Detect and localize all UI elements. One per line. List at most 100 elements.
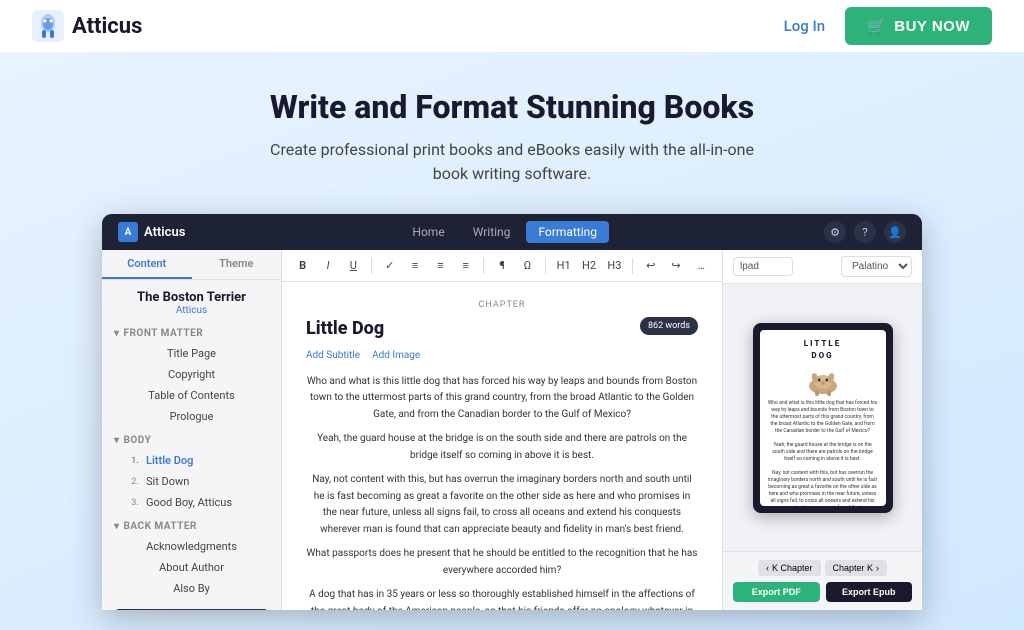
sidebar-item-copyright[interactable]: Copyright <box>114 364 269 385</box>
chevron-down-icon: ▾ <box>114 435 120 446</box>
sidebar-item-also-by[interactable]: Also By <box>114 578 269 599</box>
sidebar-book-title-area: The Boston Terrier Atticus <box>102 280 281 322</box>
hero-title: Write and Format Stunning Books <box>20 88 1004 126</box>
app-logo-area: A Atticus <box>118 222 185 242</box>
add-image-link[interactable]: Add Image <box>372 348 420 364</box>
font-select[interactable]: Palatino <box>841 256 912 277</box>
app-topbar-icons: ⚙ ? 👤 <box>824 221 906 243</box>
navbar: Atticus Log In 🛒 BUY NOW <box>0 0 1024 52</box>
editor-para-5: A dog that has in 35 years or less so th… <box>306 587 698 610</box>
sidebar-body-header: ▾ Body <box>114 435 269 446</box>
editor-para-1: Who and what is this little dog that has… <box>306 374 698 424</box>
avatar-icon[interactable]: 👤 <box>884 221 906 243</box>
font-input[interactable] <box>733 257 793 276</box>
chapter-title[interactable]: Little Dog <box>306 315 384 344</box>
sidebar-item-good-boy[interactable]: 3. Good Boy, Atticus <box>114 492 269 513</box>
align-left-button[interactable]: ≡ <box>404 255 425 277</box>
chevron-down-icon: ▾ <box>114 328 120 339</box>
preview-device-area: LITTLE DOG <box>723 284 922 551</box>
sidebar-book-title: The Boston Terrier <box>114 290 269 305</box>
editor-para-3: Nay, not content with this, but has over… <box>306 472 698 538</box>
editor-para-2: Yeah, the guard house at the bridge is o… <box>306 431 698 464</box>
toolbar-separator-4 <box>632 258 633 274</box>
app-topbar: A Atticus Home Writing Formatting ⚙ ? 👤 <box>102 214 922 250</box>
add-subtitle-link[interactable]: Add Subtitle <box>306 348 360 364</box>
export-epub-button[interactable]: Export Epub <box>826 582 913 602</box>
nav-right: Log In 🛒 BUY NOW <box>784 7 992 45</box>
app-sidebar: Content Theme The Boston Terrier Atticus… <box>102 250 282 610</box>
underline-button[interactable]: U <box>343 255 364 277</box>
sidebar-item-toc[interactable]: Table of Contents <box>114 385 269 406</box>
h2-button[interactable]: H2 <box>578 255 599 277</box>
help-icon[interactable]: ? <box>854 221 876 243</box>
h3-button[interactable]: H3 <box>604 255 625 277</box>
align-center-button[interactable]: ≡ <box>430 255 451 277</box>
preview-bottom: ‹ K Chapter Chapter K › Export PDF Expor… <box>723 551 922 610</box>
sidebar-book-author: Atticus <box>114 305 269 316</box>
sidebar-front-matter-section: ▾ Front Matter Title Page Copyright Tabl… <box>102 322 281 429</box>
editor-area: Chapter Little Dog 862 words Add Subtitl… <box>282 282 722 610</box>
sidebar-item-prologue[interactable]: Prologue <box>114 406 269 427</box>
dog-illustration <box>805 366 841 396</box>
chevron-right-icon: › <box>876 563 879 573</box>
hero-subtitle: Create professional print books and eBoo… <box>252 138 772 186</box>
chevron-down-icon: ▾ <box>114 521 120 532</box>
app-nav-tabs: Home Writing Formatting <box>400 221 609 243</box>
export-pdf-button[interactable]: Export PDF <box>733 582 820 602</box>
app-mockup: A Atticus Home Writing Formatting ⚙ ? 👤 <box>102 214 922 610</box>
sidebar-item-little-dog[interactable]: 1. Little Dog <box>114 450 269 471</box>
app-logo-text: Atticus <box>144 225 185 240</box>
sidebar-tab-theme[interactable]: Theme <box>192 250 282 279</box>
paragraph-button[interactable]: ¶ <box>491 255 512 277</box>
sidebar-item-title-page[interactable]: Title Page <box>114 343 269 364</box>
editor-text: Who and what is this little dog that has… <box>306 374 698 611</box>
app-logo-icon-small: A <box>118 222 138 242</box>
sidebar-item-sit-down[interactable]: 2. Sit Down <box>114 471 269 492</box>
add-chapter-button[interactable]: Add Chapter <box>114 609 269 610</box>
settings-icon[interactable]: ⚙ <box>824 221 846 243</box>
more-button[interactable]: … <box>691 255 712 277</box>
next-chapter-button[interactable]: Chapter K › <box>825 560 888 576</box>
device-book-text: Who and what is this little dog that has… <box>768 400 878 506</box>
undo-button[interactable]: ↩ <box>640 255 661 277</box>
symbol-button[interactable]: Ω <box>517 255 538 277</box>
tab-home[interactable]: Home <box>400 221 456 243</box>
chevron-left-icon: ‹ <box>766 563 769 573</box>
align-right-button[interactable]: ≡ <box>455 255 476 277</box>
chapter-actions: Add Subtitle Add Image <box>306 348 698 364</box>
word-count-badge: 862 words <box>640 317 698 335</box>
italic-button[interactable]: I <box>317 255 338 277</box>
sidebar-body-section: ▾ Body 1. Little Dog 2. Sit Down 3. <box>102 429 281 515</box>
h1-button[interactable]: H1 <box>553 255 574 277</box>
editor-toolbar: B I U ✓ ≡ ≡ ≡ ¶ Ω H1 H2 H3 <box>282 250 722 282</box>
logo: Atticus <box>32 10 142 42</box>
bold-button[interactable]: B <box>292 255 313 277</box>
preview-panel: Palatino LITTLE DOG <box>722 250 922 610</box>
app-window: A Atticus Home Writing Formatting ⚙ ? 👤 <box>102 214 922 610</box>
tab-formatting[interactable]: Formatting <box>526 221 609 243</box>
sidebar-tabs: Content Theme <box>102 250 281 280</box>
prev-chapter-button[interactable]: ‹ K Chapter <box>758 560 821 576</box>
buy-now-button[interactable]: 🛒 BUY NOW <box>845 7 992 45</box>
export-buttons: Export PDF Export Epub <box>733 582 912 602</box>
hero-section: Write and Format Stunning Books Create p… <box>0 52 1024 630</box>
sidebar-item-about-author[interactable]: About Author <box>114 557 269 578</box>
sidebar-back-matter-header: ▾ Back Matter <box>114 521 269 532</box>
check-button[interactable]: ✓ <box>379 255 400 277</box>
buy-label: BUY NOW <box>894 18 970 35</box>
toolbar-separator-3 <box>545 258 546 274</box>
tab-writing[interactable]: Writing <box>461 221 523 243</box>
logo-text: Atticus <box>72 14 142 39</box>
buy-icon: 🛒 <box>867 17 886 35</box>
sidebar-tab-content[interactable]: Content <box>102 250 192 279</box>
chapter-label: Chapter <box>306 298 698 312</box>
chapter-nav: ‹ K Chapter Chapter K › <box>733 560 912 576</box>
login-link[interactable]: Log In <box>784 17 825 35</box>
app-body: Content Theme The Boston Terrier Atticus… <box>102 250 922 610</box>
sidebar-front-matter-header: ▾ Front Matter <box>114 328 269 339</box>
app-main: B I U ✓ ≡ ≡ ≡ ¶ Ω H1 H2 H3 <box>282 250 722 610</box>
redo-button[interactable]: ↪ <box>665 255 686 277</box>
toolbar-separator-2 <box>483 258 484 274</box>
sidebar-item-acknowledgments[interactable]: Acknowledgments <box>114 536 269 557</box>
device-frame: LITTLE DOG <box>753 323 893 513</box>
